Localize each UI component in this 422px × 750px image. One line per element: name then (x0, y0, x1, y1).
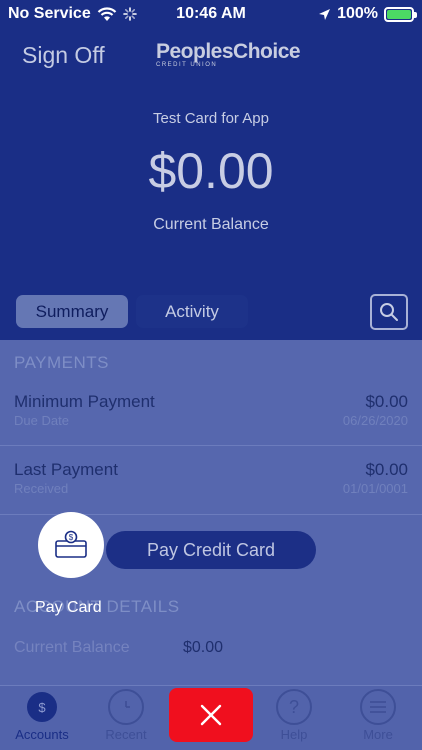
battery-percent: 100% (337, 5, 378, 22)
current-balance-label: Current Balance (14, 639, 130, 656)
card-header: Sign Off PeoplesChoice CREDIT UNION Test… (0, 30, 422, 340)
sign-off-button[interactable]: Sign Off (22, 42, 105, 69)
minimum-payment-sub: Due Date (14, 413, 69, 428)
divider (0, 445, 422, 446)
last-payment-title: Last Payment (14, 460, 118, 479)
last-payment-sub: Received (14, 481, 69, 496)
balance-label: Current Balance (153, 216, 269, 233)
svg-text:$: $ (69, 533, 74, 542)
battery-icon (384, 6, 417, 22)
balance-amount: $0.00 (148, 143, 274, 199)
card-name: Test Card for App (153, 110, 269, 127)
menu-icon (360, 689, 396, 725)
tab-summary[interactable]: Summary (16, 295, 128, 328)
logo-main-text: PeoplesChoice (156, 40, 301, 63)
peoples-choice-logo: PeoplesChoice CREDIT UNION (156, 40, 301, 74)
location-arrow-icon (319, 8, 331, 20)
pay-card-label: Pay Card (35, 599, 102, 616)
minimum-payment-title: Minimum Payment (14, 392, 155, 411)
tab-help[interactable]: ? Help (252, 686, 336, 750)
current-balance-value: $0.00 (183, 639, 224, 656)
tab-help-label: Help (280, 727, 308, 742)
pay-card-icon: $ (55, 530, 87, 558)
last-payment-date: 01/01/0001 (342, 481, 408, 496)
tab-accounts[interactable]: $ Accounts (0, 686, 84, 750)
tab-more[interactable]: More (336, 686, 420, 750)
minimum-payment-amount: $0.00 (365, 392, 408, 411)
tab-recent-label: Recent (105, 727, 147, 742)
view-tabs: Summary Activity (16, 295, 248, 328)
tab-accounts-label: Accounts (15, 727, 69, 742)
status-right: 100% (318, 5, 417, 23)
clock-icon (108, 689, 144, 725)
search-icon (380, 303, 398, 321)
help-icon: ? (276, 689, 312, 725)
last-payment-amount: $0.00 (365, 460, 408, 479)
close-menu-button[interactable] (169, 688, 253, 742)
search-button[interactable] (370, 294, 408, 330)
minimum-payment-date: 06/26/2020 (342, 413, 408, 428)
pay-card-button[interactable]: $ (38, 512, 104, 578)
payments-heading: PAYMENTS (14, 353, 109, 372)
pay-credit-card-button[interactable]: Pay Credit Card (106, 531, 316, 569)
tab-activity[interactable]: Activity (136, 295, 248, 328)
tab-more-label: More (363, 727, 393, 742)
status-bar: No Service 10:46 AM 100% (0, 0, 422, 30)
close-icon (200, 704, 222, 726)
dollar-icon: $ (27, 692, 57, 722)
tab-recent[interactable]: Recent (84, 686, 168, 750)
